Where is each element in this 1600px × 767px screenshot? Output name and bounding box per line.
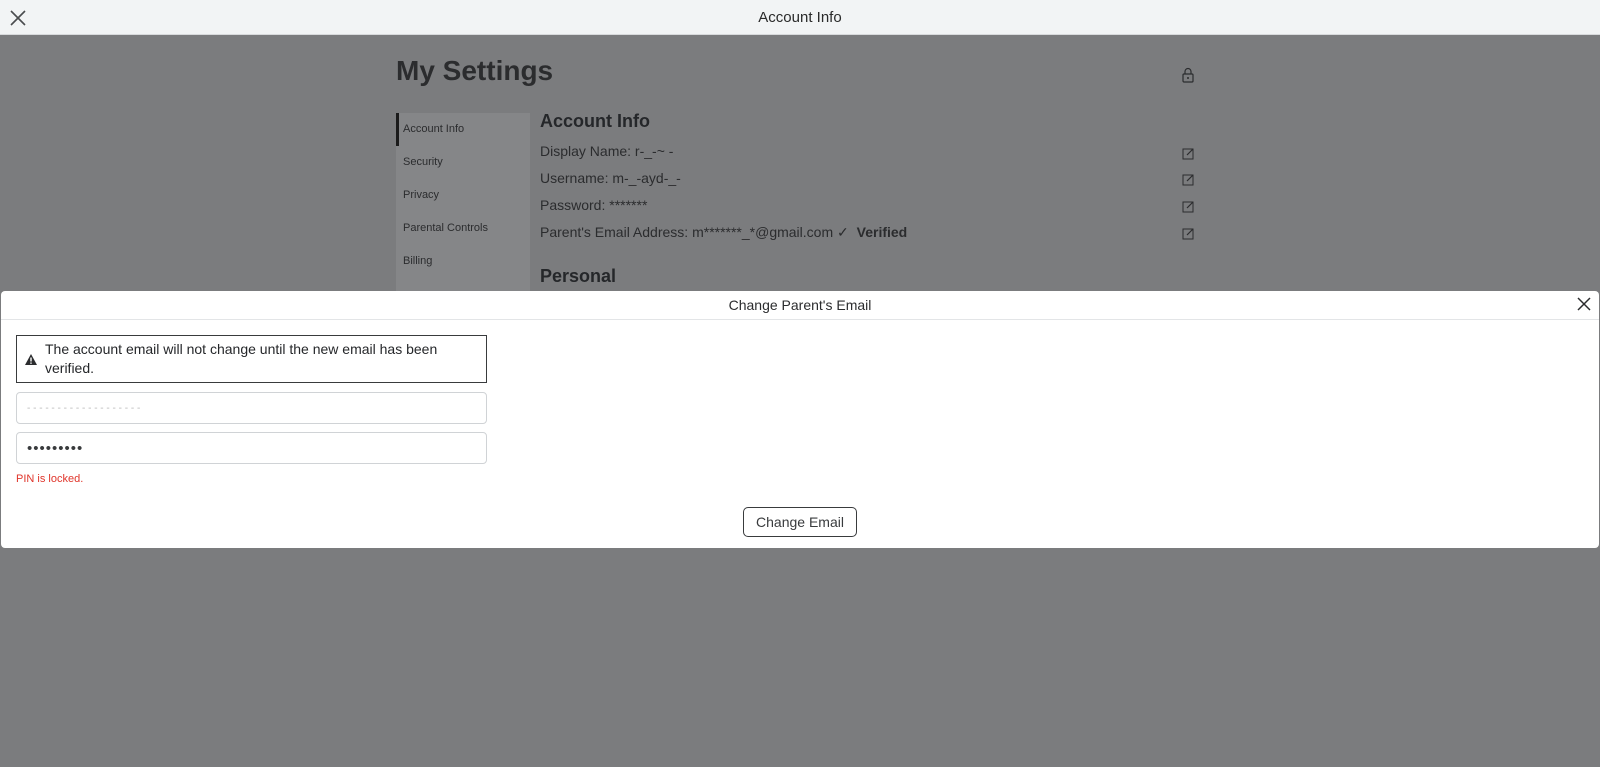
nav-item-account-info[interactable]: Account Info [396, 113, 530, 146]
checkmark-icon: ✓ [837, 224, 849, 240]
settings-nav: Account Info Security Privacy Parental C… [396, 113, 530, 303]
modal-close-icon[interactable] [1575, 295, 1593, 313]
parent-email-row: Parent's Email Address: m*******_*@gmail… [540, 224, 907, 241]
warning-banner: The account email will not change until … [16, 335, 487, 383]
modal-title: Change Parent's Email [728, 297, 872, 313]
nav-item-privacy[interactable]: Privacy [396, 179, 530, 212]
window-title: Account Info [758, 9, 842, 26]
parent-email-value: m*******_*@gmail.com [692, 224, 834, 240]
error-message: PIN is locked. [16, 473, 84, 485]
warning-icon [25, 354, 37, 365]
username-label: Username: [540, 170, 609, 186]
new-email-input[interactable] [16, 392, 487, 424]
display-name-value: r-_-~ - [634, 143, 674, 159]
nav-item-security[interactable]: Security [396, 146, 530, 179]
display-name-row: Display Name: r-_-~ - [540, 143, 673, 159]
nav-item-billing[interactable]: Billing [396, 245, 530, 278]
page-title: My Settings [396, 55, 554, 86]
password-label: Password: [540, 197, 606, 213]
change-email-modal: Change Parent's Email The account email … [1, 291, 1599, 548]
warning-text: The account email will not change until … [45, 341, 438, 376]
edit-display-name-icon[interactable] [1182, 147, 1195, 160]
verified-badge: Verified [856, 224, 908, 240]
lock-icon[interactable] [1181, 67, 1195, 83]
change-email-button[interactable]: Change Email [743, 507, 857, 537]
modal-header: Change Parent's Email [1, 291, 1599, 320]
password-value: ******* [609, 197, 648, 213]
username-value: m-_-ayd-_- [612, 170, 681, 186]
edit-parent-email-icon[interactable] [1182, 227, 1195, 240]
personal-section-title: Personal [540, 266, 617, 286]
display-name-label: Display Name: [540, 143, 632, 159]
section-title: Account Info [540, 111, 650, 131]
title-bar: Account Info [0, 0, 1600, 35]
password-input[interactable] [16, 432, 487, 464]
username-row: Username: m-_-ayd-_- [540, 170, 681, 186]
parent-email-label: Parent's Email Address: [540, 224, 689, 240]
password-row: Password: ******* [540, 197, 647, 213]
edit-username-icon[interactable] [1182, 173, 1195, 186]
edit-password-icon[interactable] [1182, 200, 1195, 213]
nav-item-parental-controls[interactable]: Parental Controls [396, 212, 530, 245]
